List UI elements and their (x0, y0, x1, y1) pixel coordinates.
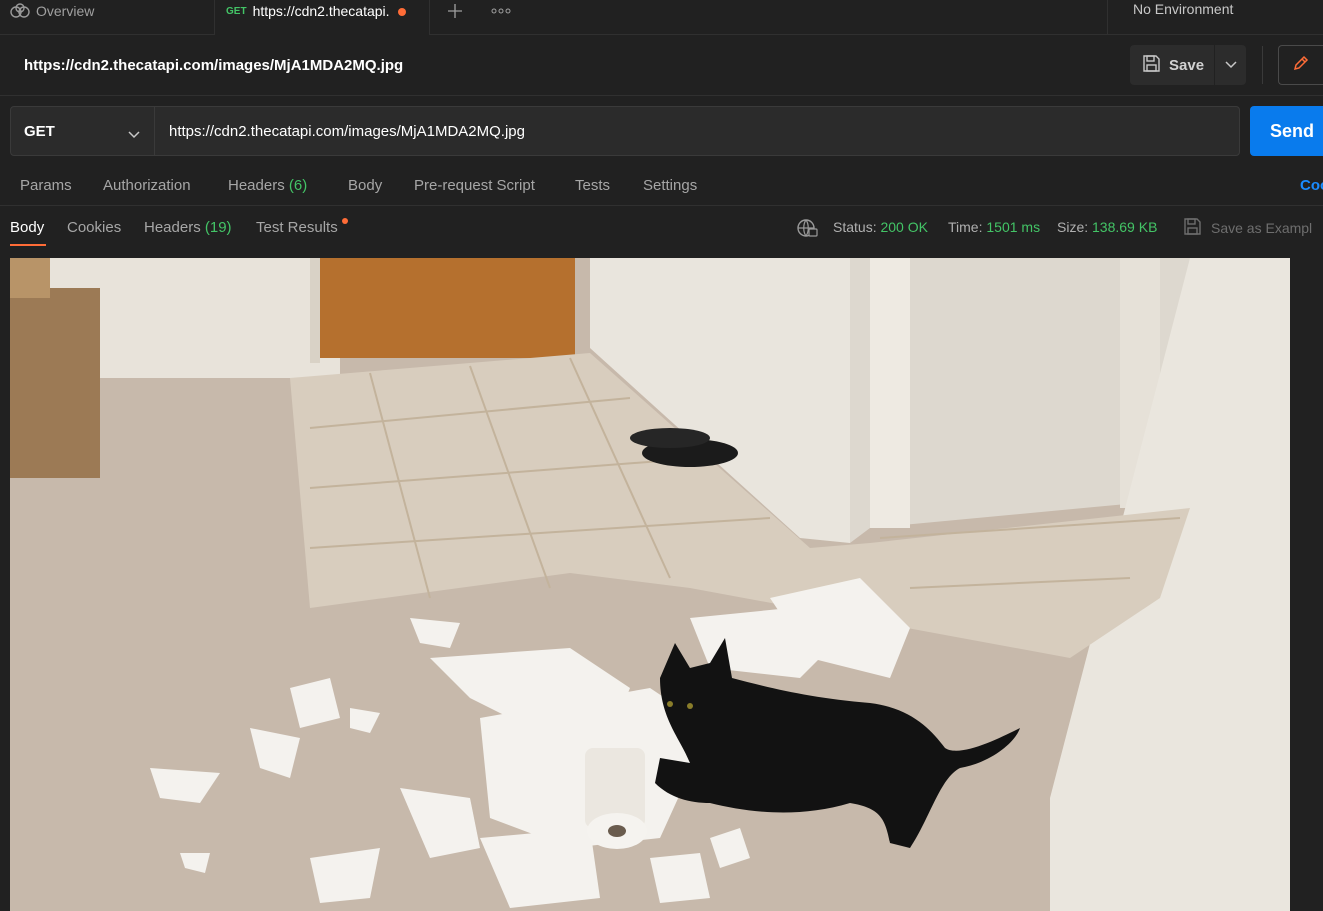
send-button[interactable]: Send (1250, 106, 1323, 156)
tab-tests[interactable]: Tests (575, 177, 610, 194)
tab-authorization[interactable]: Authorization (103, 177, 191, 194)
tab-overview[interactable]: Overview (0, 0, 214, 35)
url-value: https://cdn2.thecatapi.com/images/MjA1MD… (169, 122, 525, 140)
status-label: Status: (833, 219, 877, 235)
size-value: 138.69 KB (1092, 219, 1158, 235)
tab-overview-label: Overview (36, 3, 95, 19)
tab-params[interactable]: Params (20, 177, 72, 194)
unsaved-dot (397, 8, 406, 16)
more-icon (491, 3, 511, 17)
save-button[interactable]: Save (1130, 45, 1214, 85)
chevron-down-icon (1224, 56, 1237, 74)
resp-headers-label: Headers (144, 219, 201, 236)
request-header: https://cdn2.thecatapi.com/images/MjA1MD… (0, 36, 1323, 96)
tab-request-title: https://cdn2.thecatapi. (252, 3, 390, 19)
size-label: Size: (1057, 219, 1089, 235)
response-tabs: Body Cookies Headers (19) Test Results S… (0, 207, 1323, 251)
response-image (10, 258, 1290, 911)
tab-body[interactable]: Body (348, 177, 382, 194)
pencil-icon (1292, 54, 1310, 77)
cookies-link[interactable]: Coo (1300, 177, 1323, 194)
method-select[interactable]: GET (10, 106, 155, 156)
resp-tab-test-results[interactable]: Test Results (256, 219, 338, 236)
resp-tab-body[interactable]: Body (10, 219, 44, 236)
divider (1262, 46, 1263, 84)
globe-icon[interactable] (796, 218, 818, 243)
save-icon (1142, 54, 1169, 77)
time-label: Time: (948, 219, 983, 235)
test-results-dot (342, 218, 348, 224)
status-value: 200 OK (880, 219, 928, 235)
resp-tab-headers[interactable]: Headers (19) (144, 219, 232, 236)
overview-icon (10, 3, 36, 22)
tab-headers-label: Headers (228, 177, 285, 194)
plus-icon (447, 0, 463, 25)
request-tabs: Params Authorization Headers (6) Body Pr… (0, 166, 1323, 206)
resp-tab-cookies[interactable]: Cookies (67, 219, 121, 236)
tab-prerequest-script[interactable]: Pre-request Script (414, 177, 535, 194)
url-input[interactable]: https://cdn2.thecatapi.com/images/MjA1MD… (154, 106, 1240, 156)
status-stat: Status: 200 OK (833, 219, 928, 235)
time-stat: Time: 1501 ms (948, 219, 1040, 235)
environment-selector[interactable]: No Environment (1107, 0, 1323, 35)
time-value: 1501 ms (986, 219, 1041, 235)
tab-settings[interactable]: Settings (643, 177, 697, 194)
tab-request-active[interactable]: GET https://cdn2.thecatapi. (214, 0, 430, 35)
tab-method-badge: GET (226, 6, 247, 17)
save-example-label: Save as Exampl (1211, 220, 1313, 236)
tab-headers-count: (6) (288, 177, 308, 194)
method-label: GET (24, 122, 55, 140)
save-example-icon (1183, 217, 1211, 239)
save-label: Save (1169, 56, 1205, 74)
save-options-button[interactable] (1215, 45, 1246, 85)
new-tab-button[interactable] (442, 0, 468, 25)
environment-label: No Environment (1133, 1, 1234, 17)
request-title[interactable]: https://cdn2.thecatapi.com/images/MjA1MD… (24, 57, 403, 74)
save-as-example-button[interactable]: Save as Exampl (1183, 217, 1312, 239)
size-stat: Size: 138.69 KB (1057, 219, 1157, 235)
edit-button[interactable] (1278, 45, 1323, 85)
tab-bar: Overview GET https://cdn2.thecatapi. No … (0, 0, 1323, 35)
more-tabs-button[interactable] (488, 0, 514, 20)
active-tab-indicator (10, 244, 46, 246)
resp-headers-count: (19) (204, 219, 232, 236)
tab-headers[interactable]: Headers (6) (228, 177, 307, 194)
send-label: Send (1270, 120, 1315, 141)
chevron-down-icon (128, 126, 140, 143)
